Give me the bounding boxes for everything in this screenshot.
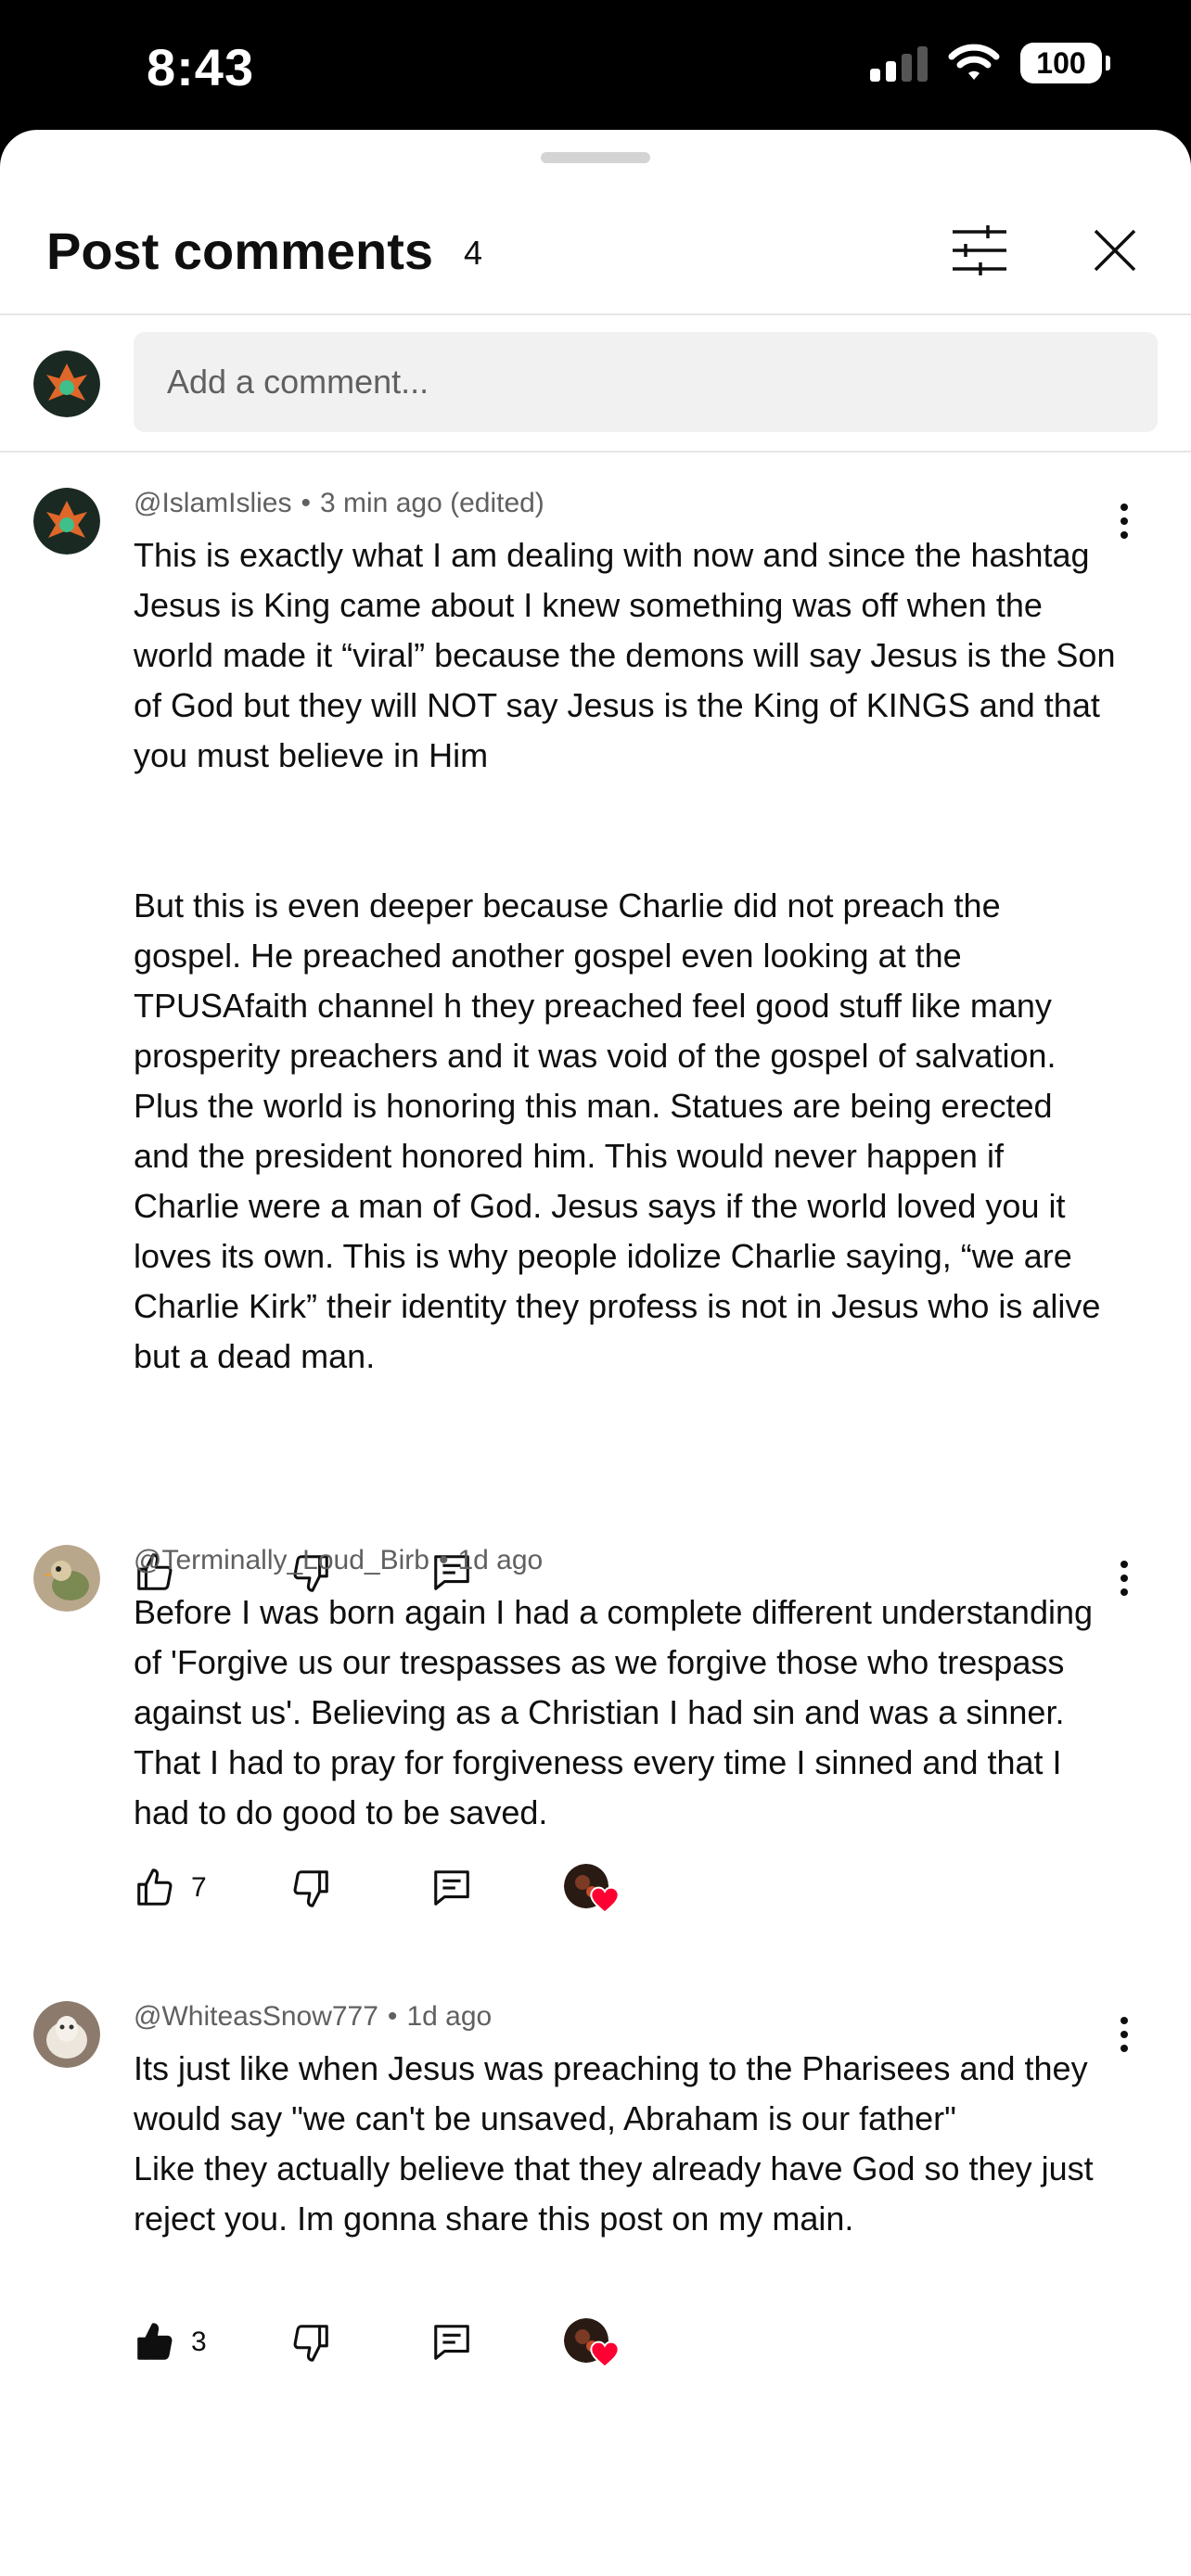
sliders-icon bbox=[953, 225, 1006, 275]
like-count: 7 bbox=[191, 1872, 207, 1903]
input-divider bbox=[0, 451, 1191, 453]
avatar bbox=[33, 351, 100, 417]
like-button[interactable]: 3 bbox=[134, 2315, 207, 2370]
reply-button[interactable] bbox=[430, 2315, 473, 2370]
creator-heart-icon bbox=[564, 1864, 623, 1923]
comments-sheet: Post comments 4 Add a comment... @IslamI… bbox=[0, 130, 1191, 2576]
comment-author[interactable]: @Terminally_Loud_Birb bbox=[134, 1545, 429, 1575]
reply-button[interactable] bbox=[430, 1860, 473, 1916]
comment-age: 3 min ago (edited) bbox=[320, 488, 544, 518]
like-button[interactable]: 7 bbox=[134, 1860, 207, 1916]
close-button[interactable] bbox=[1080, 215, 1150, 286]
avatar[interactable] bbox=[33, 1545, 100, 1612]
comment-text: Before I was born again I had a complete… bbox=[134, 1593, 1094, 1831]
thumbs-up-filled-icon bbox=[137, 2323, 173, 2360]
comment-actions: 3 bbox=[134, 2315, 876, 2370]
header-divider bbox=[0, 313, 1191, 315]
comment-meta: @Terminally_Loud_Birb • 1d ago bbox=[134, 1545, 544, 1575]
thumbs-down-icon bbox=[293, 2325, 328, 2362]
comment-item: @Terminally_Loud_Birb • 1d ago Before I wa… bbox=[0, 1545, 1191, 1990]
comment-age: 1d ago bbox=[406, 2001, 493, 2032]
comment-text: This is exactly what I am dealing with n… bbox=[134, 536, 1116, 1375]
comment-item: @IslamIslies • 3 min ago (edited) This is … bbox=[0, 488, 1191, 1592]
reply-icon bbox=[434, 2325, 469, 2360]
thumbs-up-icon bbox=[137, 1868, 173, 1906]
comment-age: 1d ago bbox=[457, 1545, 544, 1575]
avatar[interactable] bbox=[33, 2001, 100, 2068]
comment-author[interactable]: @WhiteasSnow777 bbox=[134, 2001, 378, 2032]
avatar[interactable] bbox=[33, 488, 100, 555]
add-comment-row bbox=[0, 317, 1191, 451]
comment-meta: @IslamIslies • 3 min ago (edited) bbox=[134, 488, 544, 518]
comment-author[interactable]: @IslamIslies bbox=[134, 488, 291, 518]
comment-actions: 7 bbox=[134, 1860, 876, 1916]
status-icons: 100 bbox=[870, 43, 1110, 83]
comment-input[interactable] bbox=[134, 332, 1158, 432]
thumbs-down-icon bbox=[293, 1870, 328, 1907]
status-bar: 8:43 100 bbox=[0, 0, 1191, 134]
like-count: 3 bbox=[191, 2327, 207, 2357]
comment-item: @WhiteasSnow777 • 1d ago Its just like whe… bbox=[0, 2001, 1191, 2446]
creator-heart-icon bbox=[564, 2318, 623, 2378]
page-title: Post comments bbox=[46, 222, 433, 280]
status-time: 8:43 bbox=[147, 38, 255, 96]
dislike-button[interactable] bbox=[289, 2315, 332, 2370]
close-icon bbox=[1094, 229, 1136, 272]
comment-text: Its just like when Jesus was preaching t… bbox=[134, 2049, 1094, 2238]
reply-icon bbox=[434, 1870, 469, 1906]
comment-count: 4 bbox=[464, 234, 483, 272]
cellular-signal-icon bbox=[870, 45, 928, 82]
battery-indicator: 100 bbox=[1020, 43, 1110, 83]
filter-button[interactable] bbox=[944, 215, 1015, 286]
comment-meta: @WhiteasSnow777 • 1d ago bbox=[134, 2001, 493, 2032]
wifi-icon bbox=[948, 44, 1000, 80]
sheet-header: Post comments 4 bbox=[0, 130, 1191, 315]
dislike-button[interactable] bbox=[289, 1860, 332, 1916]
